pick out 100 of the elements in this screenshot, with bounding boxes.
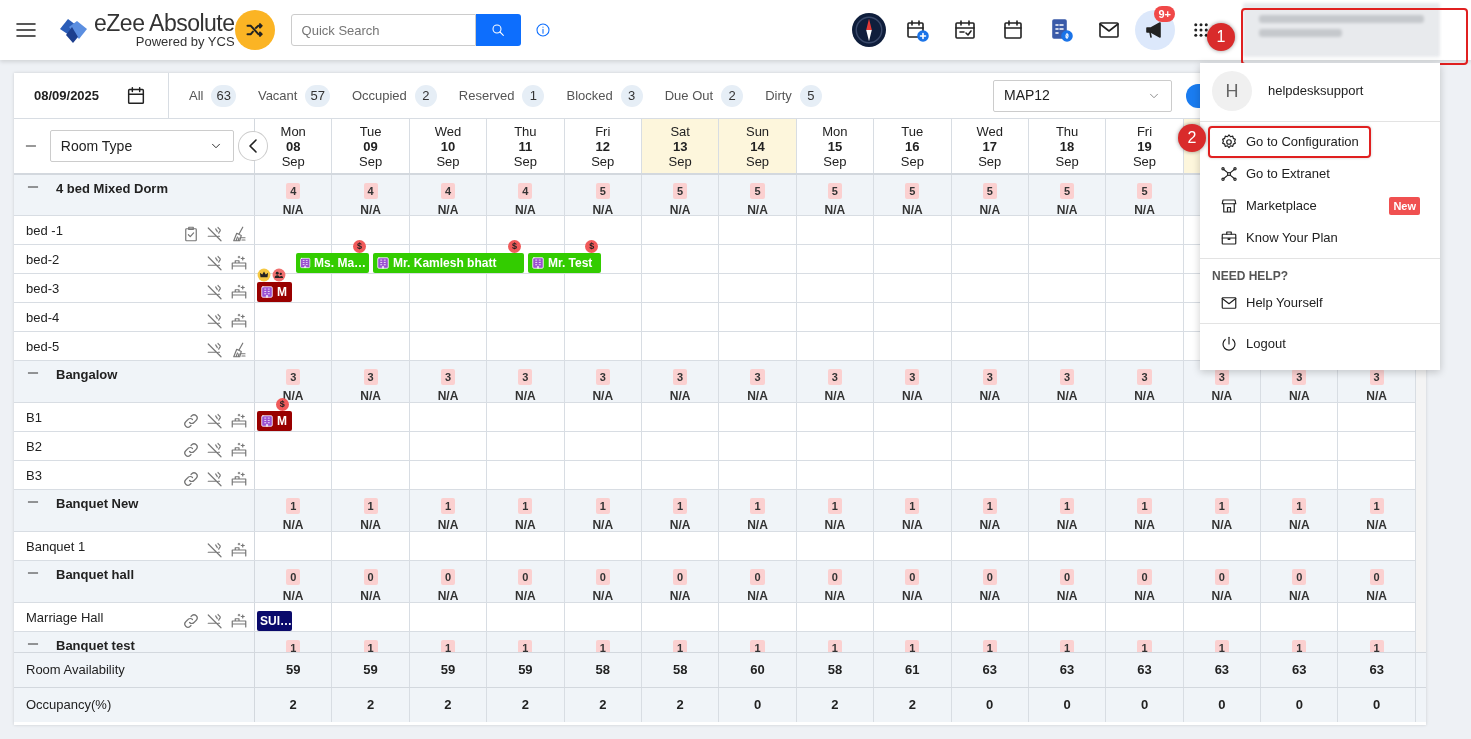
month-label: Sep [667,153,693,169]
status-filter[interactable]: Occupied 2 [351,84,437,107]
weekday-label: Thu [513,123,538,139]
availability-count: 3 [673,369,688,385]
month-label: Sep [899,153,925,169]
briefcase-icon [1220,229,1238,247]
rate-value: N/A [746,588,769,603]
room-type-name: Bangalow [56,366,118,384]
availability-count: 1 [518,498,533,514]
rate-value: N/A [668,588,692,603]
availability-count: 1 [1292,640,1307,652]
previous-button[interactable] [238,131,268,161]
menu-item[interactable]: Logout [1208,328,1298,360]
room-type-name: Banquet New [56,495,139,513]
menu-item[interactable]: Marketplace New [1208,190,1432,222]
settings-icon [1220,133,1238,151]
room-name: B1 [26,409,42,427]
rate-value: N/A [514,588,537,603]
status-filter[interactable]: Vacant 57 [257,84,330,107]
availability-count: 1 [1060,640,1075,652]
summary-value: 2 [874,688,952,722]
date-field[interactable]: 08/09/2025 [14,73,169,118]
rate-value: N/A [668,202,692,217]
availability-count: 1 [440,640,456,652]
date-label: 13 [671,138,689,154]
rate-value: N/A [1055,388,1079,403]
rate-value: N/A [1210,588,1234,603]
status-filter[interactable]: Reserved 1 [458,84,545,107]
rate-plan-select[interactable]: MAP12 [993,79,1172,112]
availability-count: 4 [518,183,533,199]
room-type-select[interactable]: Room Type [49,130,235,162]
month-label: Sep [1131,153,1158,169]
rate-value: N/A [1365,588,1388,603]
availability-count: 1 [286,498,301,514]
search-field[interactable]: Quick Search [290,14,476,46]
rate-value: N/A [591,202,615,217]
calendar-check-icon[interactable] [953,18,977,42]
rate-value: N/A [514,388,537,403]
status-filter[interactable]: Blocked 3 [566,84,643,107]
calendar-add-icon[interactable] [905,18,929,42]
rate-value: N/A [746,202,769,217]
weekday-label: Tue [358,123,383,139]
search-button[interactable] [475,14,521,46]
rate-value: N/A [436,588,460,603]
availability-count: 3 [286,369,301,385]
date-label: 19 [1136,138,1153,154]
rate-value: N/A [359,588,382,603]
menu-item[interactable]: Help Yourself [1208,287,1335,319]
room-type-name: Banquet test [56,637,135,652]
status-filter[interactable]: Dirty 5 [765,84,822,107]
summary-value: 0 [1028,688,1107,722]
rate-value: N/A [1210,517,1234,532]
rate-value: N/A [436,388,460,403]
rate-value: N/A [823,202,847,217]
rate-value: N/A [281,588,305,603]
rate-value: N/A [514,517,537,532]
availability-count: 3 [905,369,920,385]
weekday-label: Sat [669,123,691,139]
info-icon[interactable] [534,22,551,38]
date-label: 16 [904,138,921,154]
room-name: Marriage Hall [26,609,104,627]
summary-value: 2 [332,688,410,722]
availability-count: 1 [1292,498,1307,514]
menu-item[interactable]: Know Your Plan [1208,222,1350,254]
month-label: Sep [744,153,771,169]
rate-value: N/A [281,517,305,532]
user-name: helpdesksupport [1268,82,1364,101]
menu-item[interactable]: Go to Configuration [1208,126,1371,158]
availability-count: 1 [827,498,842,514]
availability-count: 1 [1137,640,1152,652]
month-label: Sep [590,153,616,169]
compass-icon[interactable] [852,13,886,47]
rate-value: N/A [1133,202,1156,217]
room-name: bed-5 [26,338,60,356]
calendar-icon[interactable] [1001,18,1025,42]
rate-value: N/A [978,588,1002,603]
app-subtitle: Powered by YCS [134,33,235,49]
availability-count: 0 [827,569,842,585]
availability-count: 0 [1060,569,1075,585]
booking-bar[interactable]: SUI… [257,611,292,631]
availability-count: 1 [827,640,842,652]
crown-icon [257,268,271,282]
notification-badge: 9+ [1154,6,1175,22]
status-filter[interactable]: Due Out 2 [664,84,744,107]
menu-heading: NEED HELP? [1211,268,1289,285]
apps-icon[interactable] [1192,21,1210,39]
availability-count: 1 [673,640,688,652]
shuffle-button[interactable] [234,10,275,50]
invoice-icon[interactable] [1049,18,1073,42]
booking-bar[interactable]: M [257,411,292,431]
rate-value: N/A [1210,388,1234,403]
booking-bar[interactable]: M [257,282,292,302]
date-label: 14 [749,138,766,154]
summary-value: 0 [719,688,797,722]
availability-count: 5 [827,183,842,199]
rate-value: N/A [1055,202,1079,217]
menu-item[interactable]: Go to Extranet [1208,158,1342,190]
rate-value: N/A [978,202,1002,217]
availability-count: 1 [363,498,378,514]
month-label: Sep [1054,153,1080,169]
